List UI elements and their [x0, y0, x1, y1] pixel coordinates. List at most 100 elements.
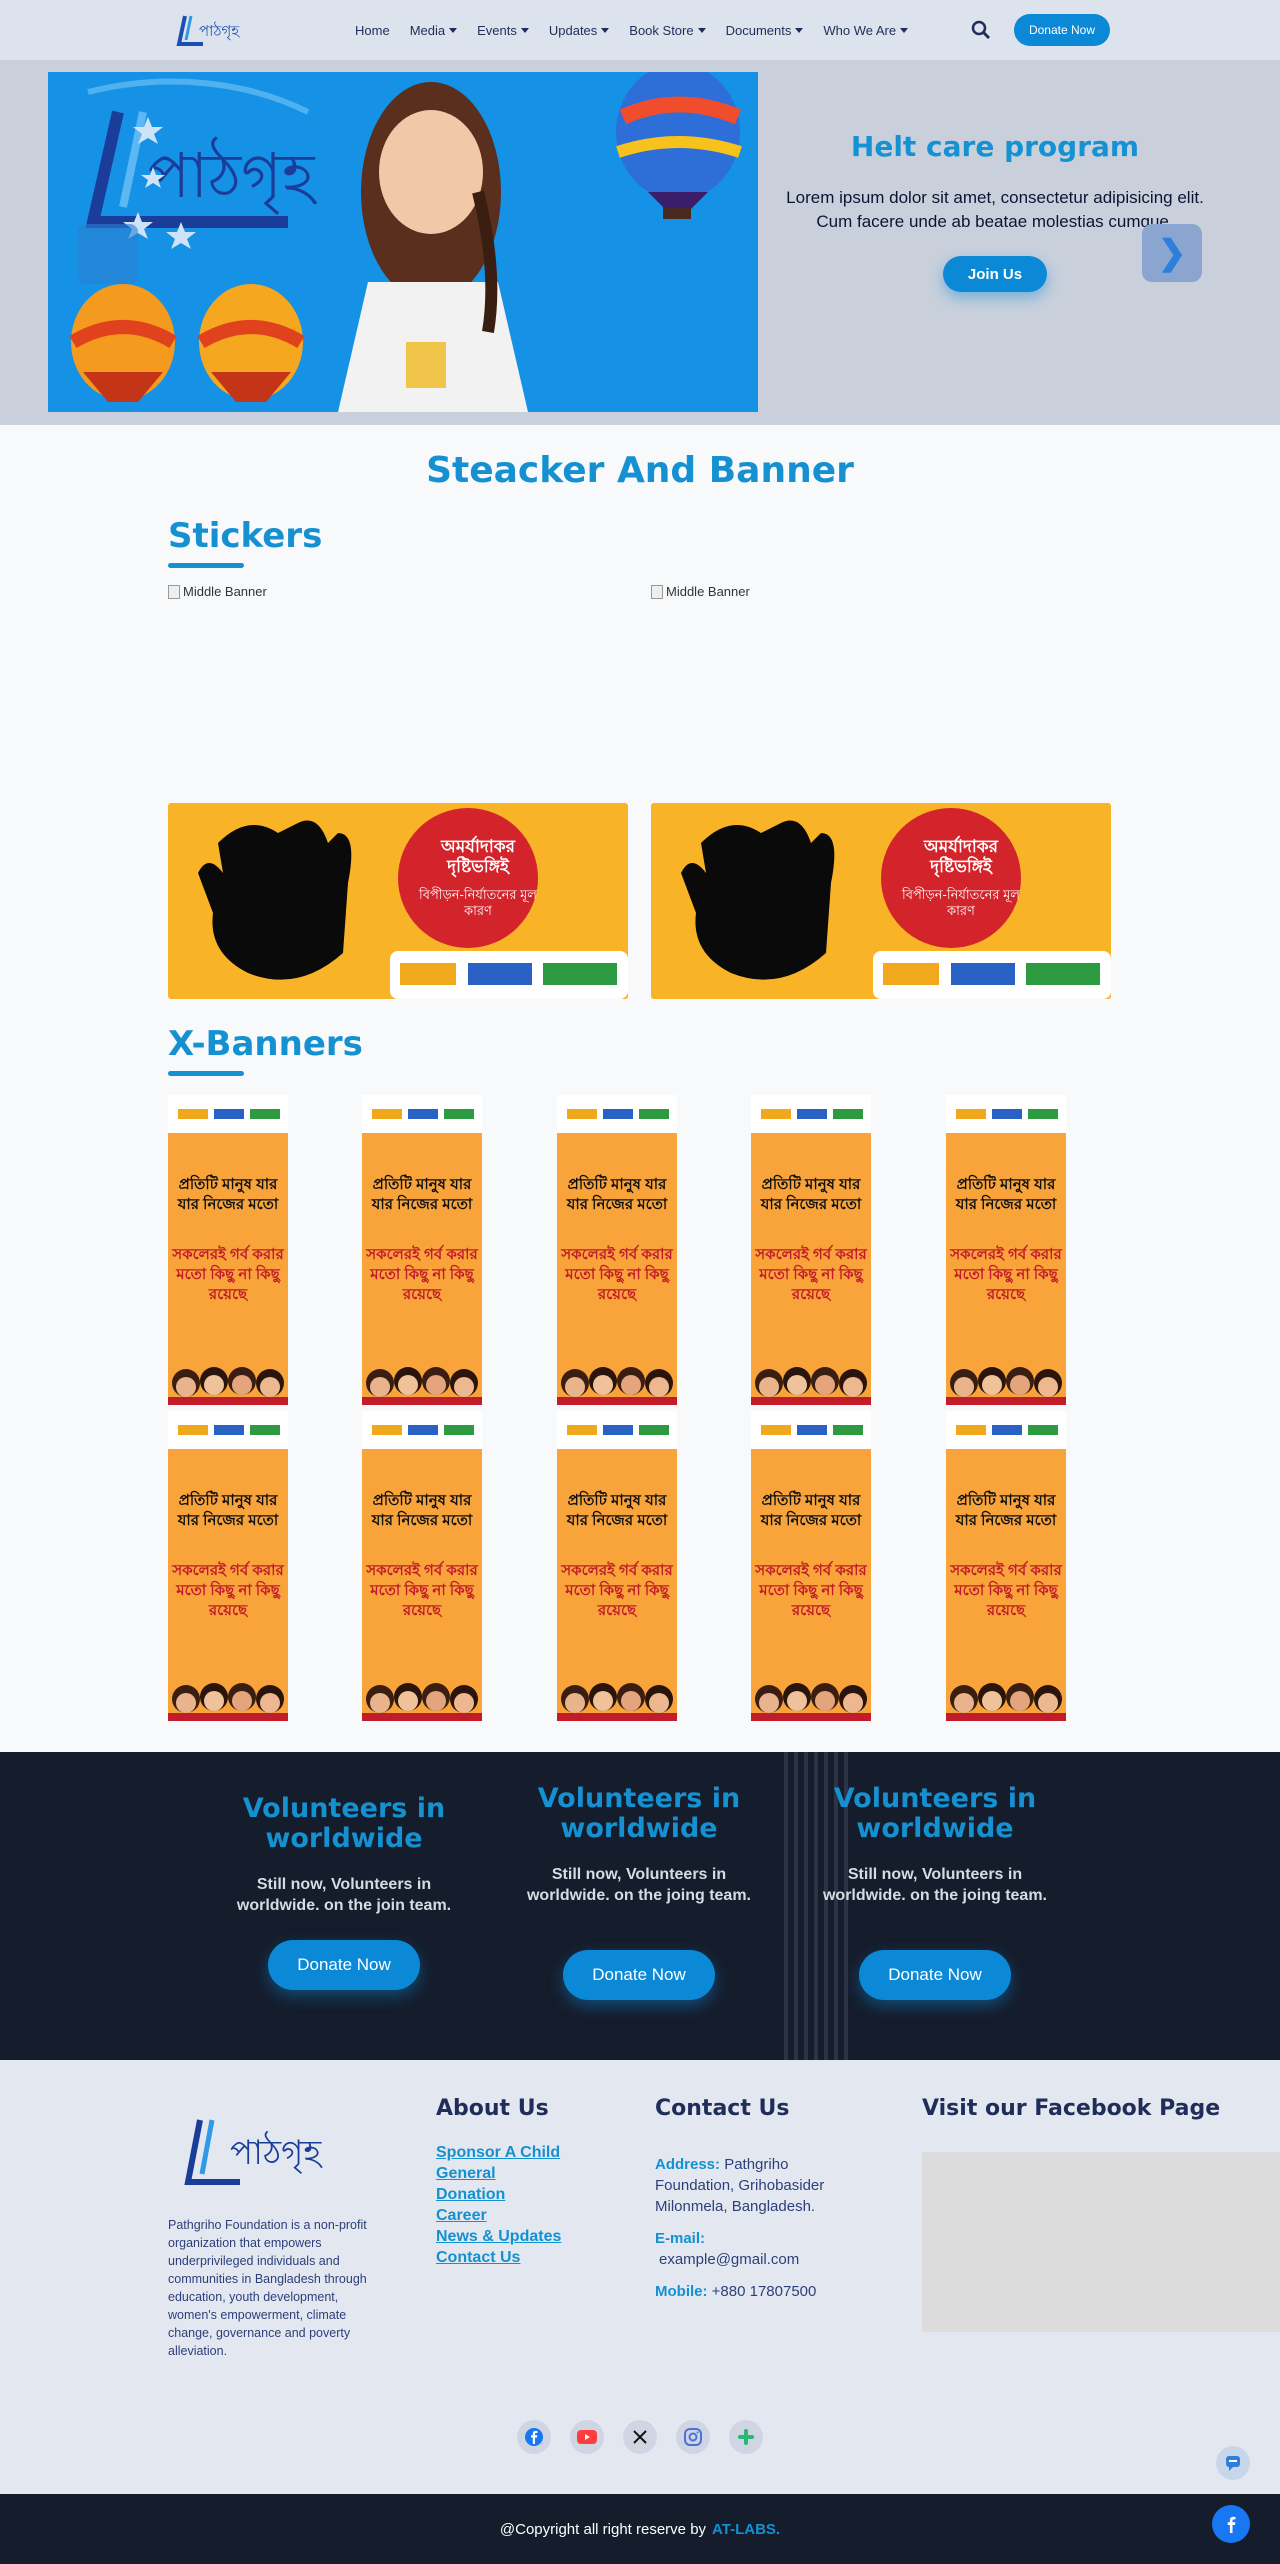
hero-image: পাঠগৃহ — [48, 72, 758, 412]
copyright-bar: @Copyright all right reserve by AT-LABS. — [0, 2494, 1280, 2564]
sticker-banner-2: অমর্যাদাকর দৃষ্টিভঙ্গিই বিপীড়ন-নির্যাতন… — [651, 803, 1111, 999]
xbanner-text-secondary: সকলেরই গর্ব করার মতো কিছু না কিছু রয়েছে — [366, 1246, 478, 1303]
xbanner-2: প্রতিটি মানুষ যার যার নিজের মতো সকলেরই গর… — [362, 1095, 482, 1405]
menu-updates[interactable]: Updates — [549, 23, 610, 38]
xbanner-photo — [946, 1669, 1066, 1721]
email-label: E-mail: — [655, 2230, 706, 2247]
main-menu: Home Media Events Updates Book Store Doc… — [355, 0, 909, 60]
xbanner-7: প্রতিটি মানুষ যার যার নিজের মতো সকলেরই গর… — [362, 1411, 482, 1721]
facebook-page-embed[interactable] — [922, 2152, 1280, 2332]
xbanner-text-secondary: সকলেরই গর্ব করার মতো কিছু না কিছু রয়েছে — [950, 1562, 1062, 1619]
xbanner-6: প্রতিটি মানুষ যার যার নিজের মতো সকলেরই গর… — [168, 1411, 288, 1721]
donate-now-button[interactable]: Donate Now — [1014, 14, 1110, 46]
xbanner-text-secondary: সকলেরই গর্ব করার মতো কিছু না কিছু রয়েছে — [172, 1562, 284, 1619]
sticker-banner-1: অমর্যাদাকর দৃষ্টিভঙ্গিই বিপীড়ন-নির্যাতন… — [168, 803, 628, 999]
xbanner-text-primary: প্রতিটি মানুষ যার যার নিজের মতো — [955, 1492, 1057, 1529]
stickers-underline — [168, 563, 244, 568]
xbanner-partner-strip — [557, 1095, 677, 1133]
xbanner-5: প্রতিটি মানুষ যার যার নিজের মতো সকলেরই গর… — [946, 1095, 1066, 1405]
chevron-down-icon — [795, 27, 804, 33]
xbanner-4: প্রতিটি মানুষ যার যার নিজের মতো সকলেরই গর… — [751, 1095, 871, 1405]
xbanner-photo — [751, 1669, 871, 1721]
xbanner-3: প্রতিটি মানুষ যার যার নিজের মতো সকলেরই গর… — [557, 1095, 677, 1405]
join-us-button[interactable]: Join Us — [943, 256, 1047, 292]
chevron-down-icon — [900, 27, 909, 33]
slack-icon[interactable] — [729, 2420, 763, 2454]
middle-banner-image-2: Middle Banner — [651, 584, 750, 599]
xbanner-text-secondary: সকলেরই গর্ব করার মতো কিছু না কিছু রয়েছে — [755, 1562, 867, 1619]
volunteer-card-1: Volunteers in worldwide Still now, Volun… — [214, 1794, 474, 1916]
about-links: Sponsor A Child General Donation Career … — [436, 2142, 561, 2268]
xbanner-partner-strip — [362, 1095, 482, 1133]
xbanner-partner-strip — [557, 1411, 677, 1449]
email-value[interactable]: example@gmail.com — [655, 2249, 870, 2270]
footer: পাঠগৃহ Pathgriho Foundation is a non-pro… — [0, 2060, 1280, 2494]
volunteer-donate-button-1[interactable]: Donate Now — [268, 1940, 420, 1990]
facebook-heading: Visit our Facebook Page — [922, 2096, 1221, 2121]
contact-mobile: Mobile: +880 17807500 — [655, 2281, 870, 2302]
xbanner-text-primary: প্রতিটি মানুষ যার যার নিজের মতো — [177, 1492, 279, 1529]
facebook-icon[interactable] — [517, 2420, 551, 2454]
xbanner-partner-strip — [751, 1411, 871, 1449]
xbanner-photo — [557, 1669, 677, 1721]
xbanner-photo — [168, 1669, 288, 1721]
link-sponsor-a-child[interactable]: Sponsor A Child — [436, 2142, 561, 2163]
xbanner-text-secondary: সকলেরই গর্ব করার মতো কিছু না কিছু রয়েছে — [172, 1246, 284, 1303]
xbanner-text-secondary: সকলেরই গর্ব করার মতো কিছু না কিছু রয়েছে — [950, 1246, 1062, 1303]
link-news-updates[interactable]: News & Updates — [436, 2226, 561, 2247]
chevron-right-icon: ❯ — [1157, 234, 1187, 272]
mobile-value[interactable]: +880 17807500 — [712, 2283, 817, 2300]
menu-book-store[interactable]: Book Store — [629, 23, 706, 38]
copyright-brand-link[interactable]: AT-LABS. — [712, 2521, 780, 2538]
site-logo[interactable]: পাঠগৃহ — [175, 10, 265, 50]
xbanners-underline — [168, 1071, 244, 1076]
xbanner-partner-strip — [946, 1095, 1066, 1133]
link-contact-us[interactable]: Contact Us — [436, 2247, 561, 2268]
svg-text:পাঠগৃহ: পাঠগৃহ — [148, 137, 318, 215]
page-title: Steacker And Banner — [426, 450, 854, 491]
footer-logo[interactable]: পাঠগৃহ — [180, 2112, 370, 2192]
hero-title: Helt care program — [850, 130, 1140, 163]
xbanner-text-primary: প্রতিটি মানুষ যার যার নিজের মতো — [177, 1176, 279, 1213]
volunteer-donate-button-2[interactable]: Donate Now — [563, 1950, 715, 2000]
xbanner-partner-strip — [751, 1095, 871, 1133]
stickers-heading: Stickers — [168, 516, 323, 556]
link-donation[interactable]: Donation — [436, 2184, 561, 2205]
xbanner-9: প্রতিটি মানুষ যার যার নিজের মতো সকলেরই গর… — [751, 1411, 871, 1721]
xbanner-8: প্রতিটি মানুষ যার যার নিজের মতো সকলেরই গর… — [557, 1411, 677, 1721]
youtube-icon[interactable] — [570, 2420, 604, 2454]
about-heading: About Us — [436, 2096, 549, 2121]
banner-slogan: অমর্যাদাকর দৃষ্টিভঙ্গিই — [924, 837, 998, 876]
xbanner-text-primary: প্রতিটি মানুষ যার যার নিজের মতো — [371, 1492, 473, 1529]
menu-who-we-are[interactable]: Who We Are — [823, 23, 909, 38]
xbanner-photo — [557, 1353, 677, 1405]
broken-image-icon — [651, 584, 663, 599]
middle-banner-image-1: Middle Banner — [168, 584, 267, 599]
xbanner-photo — [362, 1353, 482, 1405]
x-icon[interactable] — [623, 2420, 657, 2454]
volunteer-text: Still now, Volunteers in worldwide. on t… — [526, 1866, 751, 1904]
facebook-messenger-float-icon[interactable] — [1212, 2505, 1250, 2543]
chevron-down-icon — [601, 27, 610, 33]
instagram-icon[interactable] — [676, 2420, 710, 2454]
xbanner-photo — [168, 1353, 288, 1405]
next-slide-button[interactable]: ❯ — [1142, 224, 1202, 282]
menu-events[interactable]: Events — [477, 23, 529, 38]
xbanner-text-primary: প্রতিটি মানুষ যার যার নিজের মতো — [566, 1492, 668, 1529]
xbanner-partner-strip — [362, 1411, 482, 1449]
menu-documents[interactable]: Documents — [726, 23, 804, 38]
menu-home[interactable]: Home — [355, 23, 390, 38]
xbanner-text-secondary: সকলেরই গর্ব করার মতো কিছু না কিছু রয়েছে — [561, 1562, 673, 1619]
link-career[interactable]: Career — [436, 2205, 561, 2226]
volunteers-section: Volunteers in worldwide Still now, Volun… — [0, 1752, 1280, 2060]
volunteer-text: Still now, Volunteers in worldwide. on t… — [822, 1866, 1047, 1904]
volunteer-title: Volunteers in worldwide — [242, 1793, 446, 1854]
menu-media[interactable]: Media — [410, 23, 458, 38]
volunteer-donate-button-3[interactable]: Donate Now — [859, 1950, 1011, 2000]
link-general[interactable]: General — [436, 2163, 561, 2184]
xbanner-photo — [362, 1669, 482, 1721]
top-navbar: পাঠগৃহ Home Media Events Updates Book St… — [0, 0, 1280, 60]
chat-icon[interactable] — [1216, 2446, 1250, 2480]
search-icon[interactable] — [970, 19, 992, 41]
xbanner-partner-strip — [946, 1411, 1066, 1449]
